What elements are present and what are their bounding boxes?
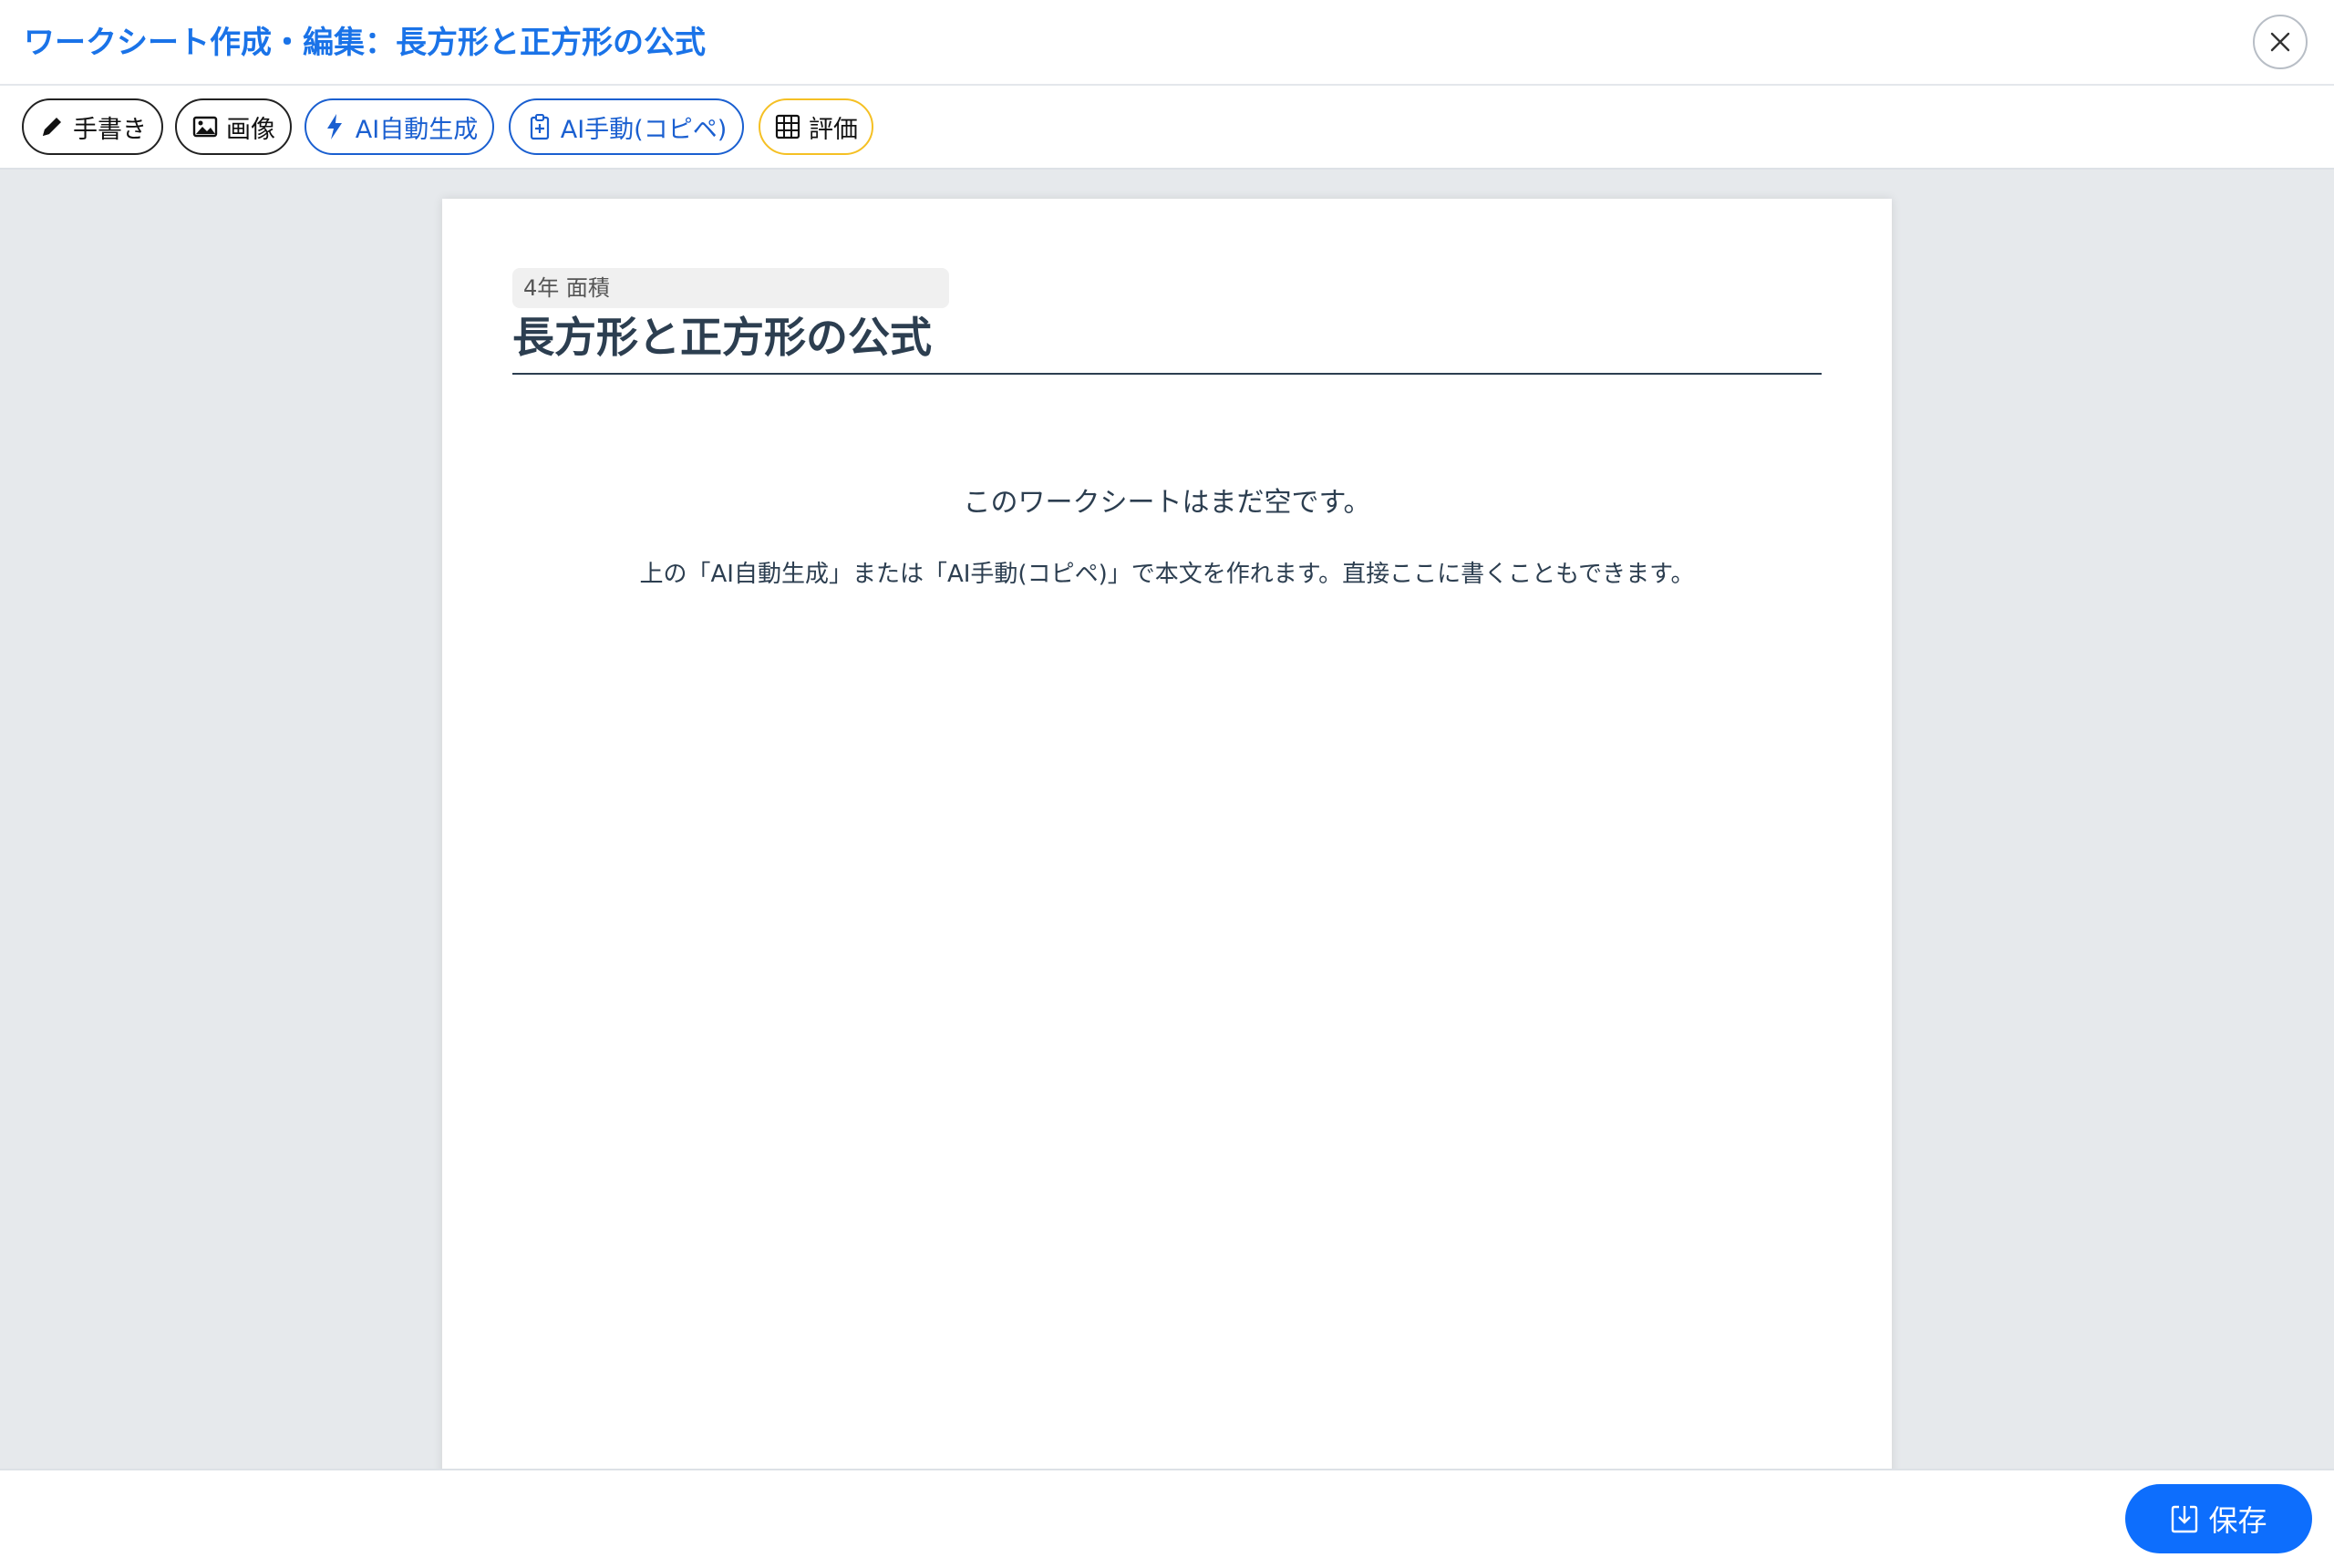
worksheet-canvas: 4年 面積 長方形と正方形の公式 このワークシートはまだ空です。 上の「AI自動… — [0, 170, 2334, 1469]
ai-manual-paste-button[interactable]: AI手動(コピペ) — [509, 98, 744, 155]
ai-manual-paste-label: AI手動(コピペ) — [560, 115, 728, 144]
page-title: ワークシート作成・編集：長方形と正方形の公式 — [24, 25, 706, 61]
evaluate-button[interactable]: 評価 — [759, 98, 873, 155]
image-label: 画像 — [226, 115, 275, 144]
lightning-icon — [321, 113, 348, 140]
close-button[interactable] — [2253, 15, 2308, 69]
close-icon — [2270, 32, 2290, 52]
image-button[interactable]: 画像 — [175, 98, 292, 155]
empty-message: このワークシートはまだ空です。 — [963, 487, 1371, 519]
ai-auto-generate-button[interactable]: AI自動生成 — [305, 98, 494, 155]
subject-tag[interactable]: 4年 面積 — [512, 268, 949, 308]
footer-bar: 保存 — [0, 1469, 2334, 1568]
save-button[interactable]: 保存 — [2125, 1484, 2312, 1553]
worksheet-title[interactable]: 長方形と正方形の公式 — [512, 306, 932, 368]
clipboard-icon — [526, 113, 553, 140]
handwriting-label: 手書き — [73, 115, 147, 144]
handwriting-button[interactable]: 手書き — [22, 98, 163, 155]
title-divider — [512, 373, 1822, 375]
save-icon — [2170, 1503, 2199, 1534]
save-label: 保存 — [2208, 1503, 2267, 1538]
header-bar: ワークシート作成・編集：長方形と正方形の公式 — [0, 0, 2334, 86]
grid-icon — [774, 113, 801, 140]
toolbar: 手書き 画像 AI自動生成 AI手動(コピペ) 評価 — [0, 86, 2334, 170]
ai-auto-generate-label: AI自動生成 — [355, 115, 479, 144]
worksheet-page[interactable]: 4年 面積 長方形と正方形の公式 このワークシートはまだ空です。 上の「AI自動… — [442, 199, 1892, 1469]
pencil-icon — [38, 113, 66, 140]
image-icon — [191, 113, 219, 140]
evaluate-label: 評価 — [809, 115, 858, 144]
empty-hint: 上の「AI自動生成」または「AI手動(コピペ)」で本文を作れます。直接ここに書く… — [639, 561, 1695, 588]
